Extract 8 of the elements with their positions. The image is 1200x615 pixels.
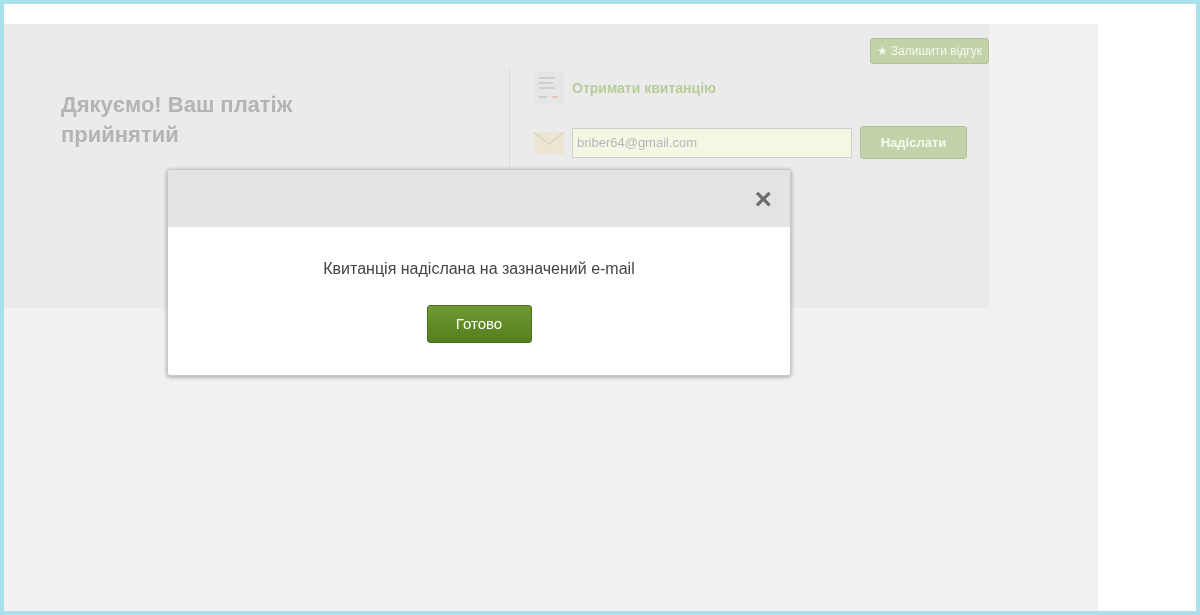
email-field[interactable]: briber64@gmail.com [572,127,852,158]
receipt-title: Отримати квитанцію [572,78,716,98]
done-button[interactable]: Готово [426,305,532,343]
envelope-icon [534,131,564,154]
close-button[interactable]: × [754,183,772,214]
feedback-button[interactable]: ★ Залишити відгук [869,38,989,64]
modal-message: Квитанція надіслана на зазначений e-mail [322,259,636,279]
send-button[interactable]: Надіслати [860,126,967,159]
